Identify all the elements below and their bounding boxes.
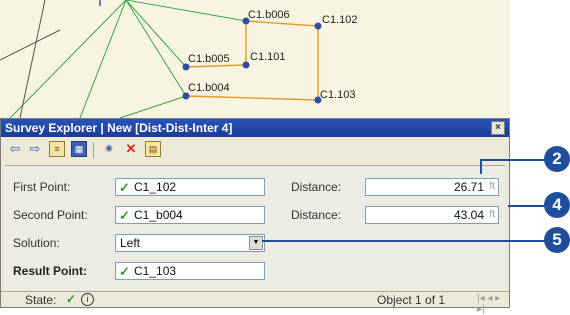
title-bar[interactable]: Survey Explorer | New [Dist-Dist-Inter 4… [1, 119, 509, 137]
map-line [125, 0, 187, 68]
dropdown-arrow-icon[interactable]: ▼ [249, 236, 263, 250]
map-view[interactable]: C1.b006 C1.102 C1.b005 C1.101 C1.b004 C1… [0, 0, 510, 118]
callout-4: 4 [544, 192, 570, 218]
callout-2: 2 [544, 146, 570, 172]
new-point-icon[interactable]: ⁕ [101, 141, 117, 157]
map-line [9, 0, 127, 118]
callout-line [480, 159, 546, 161]
survey-explorer-dialog: Survey Explorer | New [Dist-Dist-Inter 4… [0, 118, 510, 315]
map-label-b005: C1.b005 [188, 53, 230, 65]
parameters-panel: First Point: ✓ C1_102 Second Point: ✓ C1… [5, 165, 505, 292]
callout-5: 5 [544, 227, 570, 253]
result-point-field[interactable]: ✓ C1_103 [115, 262, 265, 280]
distance-1-field[interactable]: 26.71 ft [365, 178, 499, 196]
second-point-value: C1_b004 [134, 208, 183, 222]
map-line [79, 0, 127, 118]
state-check-icon: ✓ [66, 292, 77, 306]
close-button[interactable]: × [491, 121, 505, 135]
callout-line [262, 240, 546, 242]
distance-2-unit: ft [489, 209, 495, 220]
map-line [19, 0, 46, 118]
delete-icon[interactable]: ✕ [123, 141, 139, 157]
state-label: State: [25, 293, 57, 307]
solution-select[interactable]: Left ▼ [115, 234, 265, 252]
check-icon: ✓ [119, 180, 130, 195]
forward-arrow-icon[interactable]: ⇨ [27, 141, 43, 157]
distance-1-value: 26.71 [453, 180, 484, 194]
first-point-value: C1_102 [134, 180, 177, 194]
distance-2-label: Distance: [291, 208, 342, 222]
back-arrow-icon[interactable]: ⇦ [7, 141, 23, 157]
map-label-103: C1.103 [320, 89, 356, 101]
first-point-label: First Point: [13, 180, 71, 194]
distance-1-unit: ft [489, 181, 495, 192]
map-label-b006: C1.b006 [248, 9, 290, 21]
toolbar: ⇦ ⇨ ≡ ▦ ⁕ ✕ ▤ [5, 139, 505, 161]
first-point-field[interactable]: ✓ C1_102 [115, 178, 265, 196]
second-point-label: Second Point: [13, 208, 88, 222]
result-point-label: Result Point: [13, 264, 87, 278]
dialog-title: Survey Explorer | New [Dist-Dist-Inter 4… [5, 121, 233, 135]
open-document-icon[interactable]: ≡ [49, 141, 65, 157]
map-label-101: C1.101 [250, 51, 286, 63]
record-navigation-icon[interactable]: |◂ ◂ ▸ ▸| [477, 293, 509, 315]
calculator-icon[interactable]: ▦ [71, 141, 87, 157]
callout-line [508, 205, 546, 207]
callout-line [480, 159, 482, 174]
map-line [125, 0, 187, 97]
second-point-field[interactable]: ✓ C1_b004 [115, 206, 265, 224]
status-bar: State: ✓ i Object 1 of 1 |◂ ◂ ▸ ▸| [1, 291, 509, 315]
check-icon: ✓ [119, 264, 130, 279]
toolbar-separator [93, 142, 94, 158]
map-line [0, 29, 61, 61]
info-icon[interactable]: i [81, 293, 94, 306]
map-label-102: C1.102 [322, 14, 358, 26]
solution-label: Solution: [13, 236, 60, 250]
solution-value: Left [120, 236, 141, 250]
map-line [125, 0, 247, 22]
distance-1-label: Distance: [291, 180, 342, 194]
map-label-b004: C1.b004 [188, 82, 230, 94]
distance-2-value: 43.04 [453, 208, 484, 222]
map-point-102[interactable] [314, 22, 322, 30]
report-icon[interactable]: ▤ [145, 141, 161, 157]
check-icon: ✓ [119, 208, 130, 223]
object-count: Object 1 of 1 [377, 293, 446, 307]
map-point-101[interactable] [242, 61, 250, 69]
map-line [119, 95, 187, 118]
distance-2-field[interactable]: 43.04 ft [365, 206, 499, 224]
result-point-value: C1_103 [134, 264, 177, 278]
